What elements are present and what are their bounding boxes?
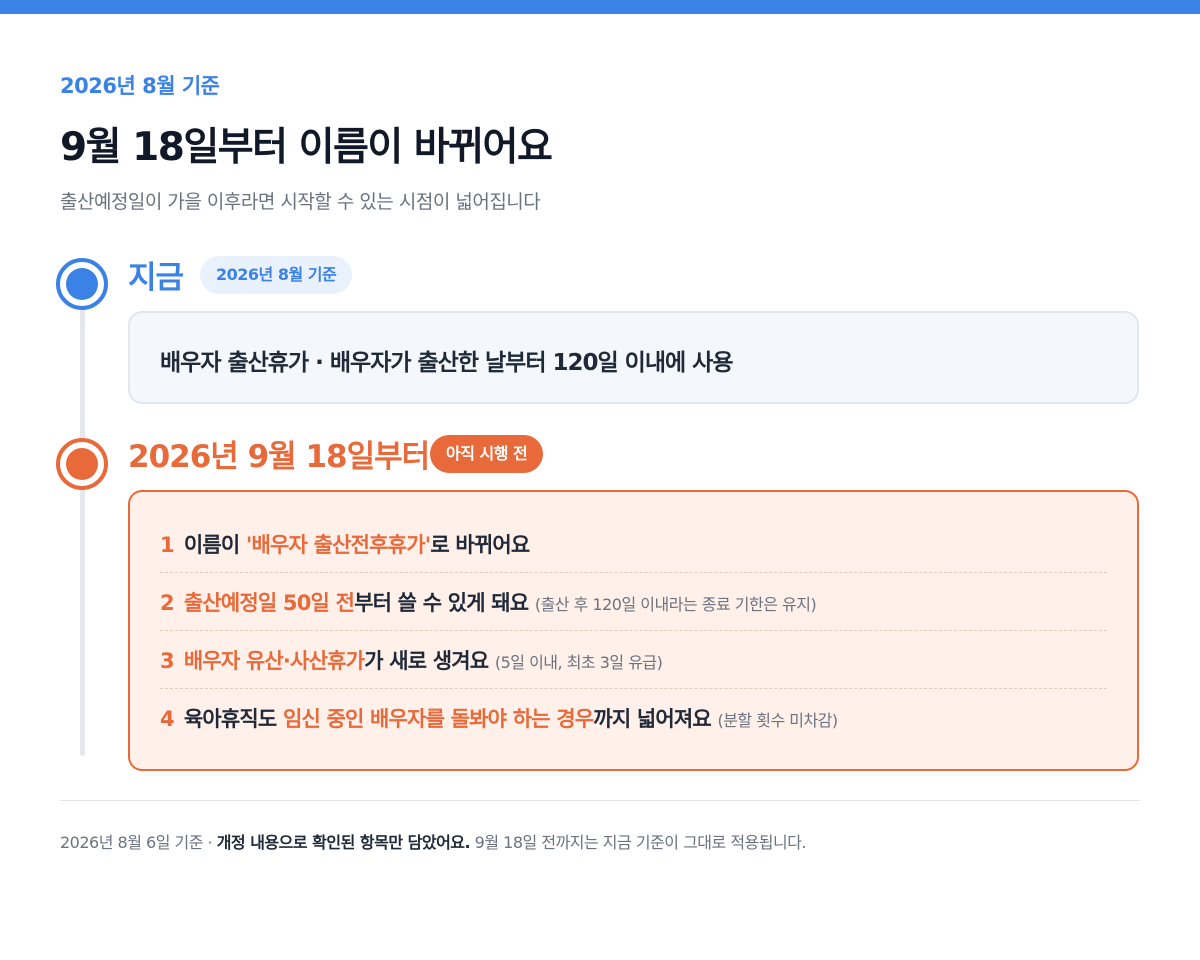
change-text-post: 부터 쓸 수 있게 돼요 (354, 591, 529, 615)
change-highlight: 출산예정일 50일 전 (183, 591, 355, 615)
timeline-line (80, 290, 85, 756)
footer-divider (60, 800, 1140, 801)
now-card-text: 배우자 출산휴가 · 배우자가 출산한 날부터 120일 이내에 사용 (160, 350, 733, 376)
change-item: 4 육아휴직도 임신 중인 배우자를 돌봐야 하는 경우까지 넓어져요 (분할 횟… (130, 689, 1137, 747)
change-note: (출산 후 120일 이내라는 종료 기한은 유지) (534, 595, 817, 614)
page-subtitle: 출산예정일이 가을 이후라면 시작할 수 있는 시점이 넓어집니다 (60, 191, 541, 213)
footer-note: 2026년 8월 6일 기준 · 개정 내용으로 확인된 항목만 담았어요. 9… (60, 829, 807, 853)
change-text-post: 로 바뀌어요 (430, 533, 530, 557)
page-title: 9월 18일부터 이름이 바뀌어요 (60, 125, 553, 170)
now-card: 배우자 출산휴가 · 배우자가 출산한 날부터 120일 이내에 사용 (128, 311, 1139, 404)
change-number: 3 (160, 649, 175, 673)
change-number: 2 (160, 591, 175, 615)
top-accent-bar (0, 0, 1200, 14)
footer-suffix: 9월 18일 전까지는 지금 기준이 그대로 적용됩니다. (470, 833, 807, 852)
change-text-pre: 육아휴직도 (183, 707, 283, 731)
change-item: 2 출산예정일 50일 전부터 쓸 수 있게 돼요 (출산 후 120일 이내라는… (130, 573, 1137, 631)
future-heading: 2026년 9월 18일부터 (128, 439, 430, 475)
change-item: 1 이름이 '배우자 출산전후휴가'로 바뀌어요 (130, 515, 1137, 573)
footer-strong-text: 개정 내용으로 확인된 항목만 담았어요. (216, 833, 471, 852)
change-text-post: 가 새로 생겨요 (364, 649, 489, 673)
now-date-badge: 2026년 8월 기준 (200, 256, 353, 294)
now-heading: 지금 (128, 260, 184, 296)
change-highlight: '배우자 출산전후휴가' (245, 533, 431, 557)
change-number: 1 (160, 533, 175, 557)
timeline-dot-future-icon (56, 438, 108, 490)
change-number: 4 (160, 707, 175, 731)
timeline-dot-now-icon (56, 258, 108, 310)
footer-date: 2026년 8월 6일 기준 · (60, 833, 217, 852)
change-highlight: 배우자 유산·사산휴가 (183, 649, 365, 673)
change-highlight: 임신 중인 배우자를 돌봐야 하는 경우 (282, 707, 594, 731)
change-note: (5일 이내, 최초 3일 유급) (494, 653, 663, 672)
change-text-pre: 이름이 (183, 533, 246, 557)
eyebrow-label: 2026년 8월 기준 (60, 74, 220, 98)
change-item: 3 배우자 유산·사산휴가가 새로 생겨요 (5일 이내, 최초 3일 유급) (130, 631, 1137, 689)
change-text-post: 까지 넓어져요 (593, 707, 711, 731)
change-note: (분할 횟수 미차감) (717, 711, 838, 730)
status-badge: 아직 시행 전 (430, 435, 544, 473)
changes-card: 1 이름이 '배우자 출산전후휴가'로 바뀌어요 2 출산예정일 50일 전부터 쓸… (128, 490, 1139, 771)
